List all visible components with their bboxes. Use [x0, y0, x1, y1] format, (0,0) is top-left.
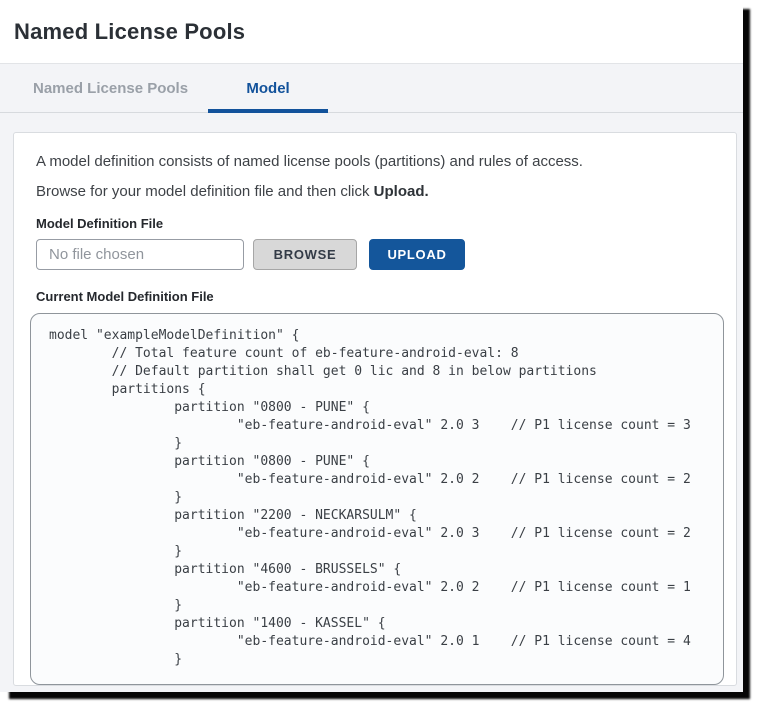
model-definition-file-label: Model Definition File: [36, 216, 714, 231]
tab-model[interactable]: Model: [208, 64, 328, 112]
browse-button[interactable]: BROWSE: [253, 239, 357, 270]
model-definition-code: model "exampleModelDefinition" { // Tota…: [31, 314, 723, 669]
tab-label: Model: [246, 80, 289, 97]
page-title: Named License Pools: [14, 19, 245, 45]
model-definition-file-input[interactable]: [36, 239, 244, 270]
current-model-definition-viewer: model "exampleModelDefinition" { // Tota…: [30, 313, 724, 685]
upload-button[interactable]: UPLOAD: [369, 239, 465, 270]
tab-named-license-pools[interactable]: Named License Pools: [13, 64, 208, 112]
file-upload-row: BROWSE UPLOAD: [36, 239, 714, 270]
tab-bar: Named License Pools Model: [0, 64, 743, 113]
model-panel: A model definition consists of named lic…: [13, 132, 737, 686]
page-header: Named License Pools: [0, 0, 743, 64]
current-model-definition-file-label: Current Model Definition File: [36, 289, 714, 304]
window-body: Named License Pools Model A model defini…: [0, 64, 743, 692]
description-text: Browse for your model definition file an…: [36, 183, 374, 200]
model-description-line2: Browse for your model definition file an…: [36, 183, 714, 200]
model-description-line1: A model definition consists of named lic…: [36, 153, 714, 170]
tab-label: Named License Pools: [33, 80, 188, 97]
named-license-pools-window: Named License Pools Named License Pools …: [0, 0, 743, 692]
upload-emphasis: Upload.: [374, 183, 429, 200]
